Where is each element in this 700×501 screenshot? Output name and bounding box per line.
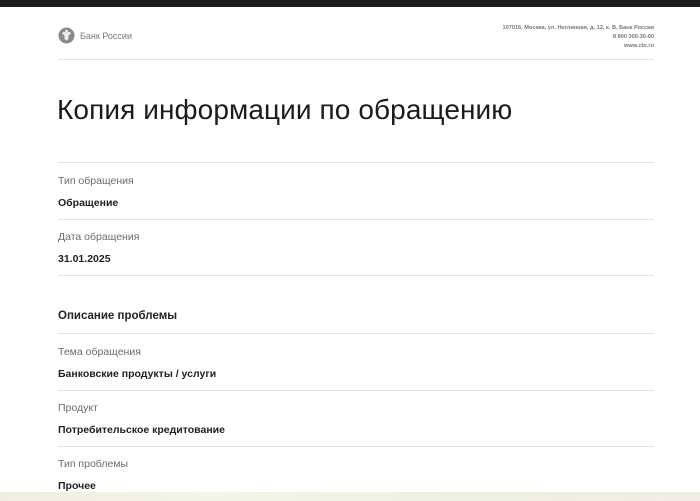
- top-dark-bar: [0, 0, 700, 7]
- field-divider: [58, 446, 654, 447]
- section-title: Описание проблемы: [58, 310, 178, 322]
- field-label-problem-type: Тип проблемы: [58, 458, 129, 470]
- section-divider: [58, 333, 654, 334]
- website-text: www.cbr.ru: [624, 43, 654, 49]
- address-text: 107016, Москва, ул. Неглинная, д. 12, к.…: [502, 25, 655, 31]
- field-divider: [58, 219, 654, 220]
- field-divider: [58, 275, 654, 276]
- field-value-type: Обращение: [58, 197, 119, 209]
- org-name: Банк России: [80, 30, 132, 41]
- bank-logo: Банк России: [58, 27, 132, 44]
- field-label-topic: Тема обращения: [58, 346, 141, 358]
- field-label-product: Продукт: [58, 402, 98, 414]
- field-label-date: Дата обращения: [58, 231, 140, 243]
- field-value-topic: Банковские продукты / услуги: [58, 368, 217, 380]
- field-value-product: Потребительское кредитование: [58, 424, 225, 436]
- phone-text: 8 800 300-30-00: [612, 34, 654, 40]
- bank-emblem-icon: [58, 27, 75, 44]
- title-divider: [58, 162, 654, 163]
- header-divider: [58, 59, 654, 60]
- field-label-type: Тип обращения: [58, 175, 134, 187]
- bottom-strip: [0, 492, 700, 501]
- field-divider: [58, 390, 654, 391]
- field-value-date: 31.01.2025: [58, 253, 111, 265]
- field-value-problem-type: Прочее: [58, 480, 96, 492]
- contact-block: 107016, Москва, ул. Неглинная, д. 12, к.…: [503, 24, 655, 51]
- page-title: Копия информации по обращению: [57, 94, 513, 125]
